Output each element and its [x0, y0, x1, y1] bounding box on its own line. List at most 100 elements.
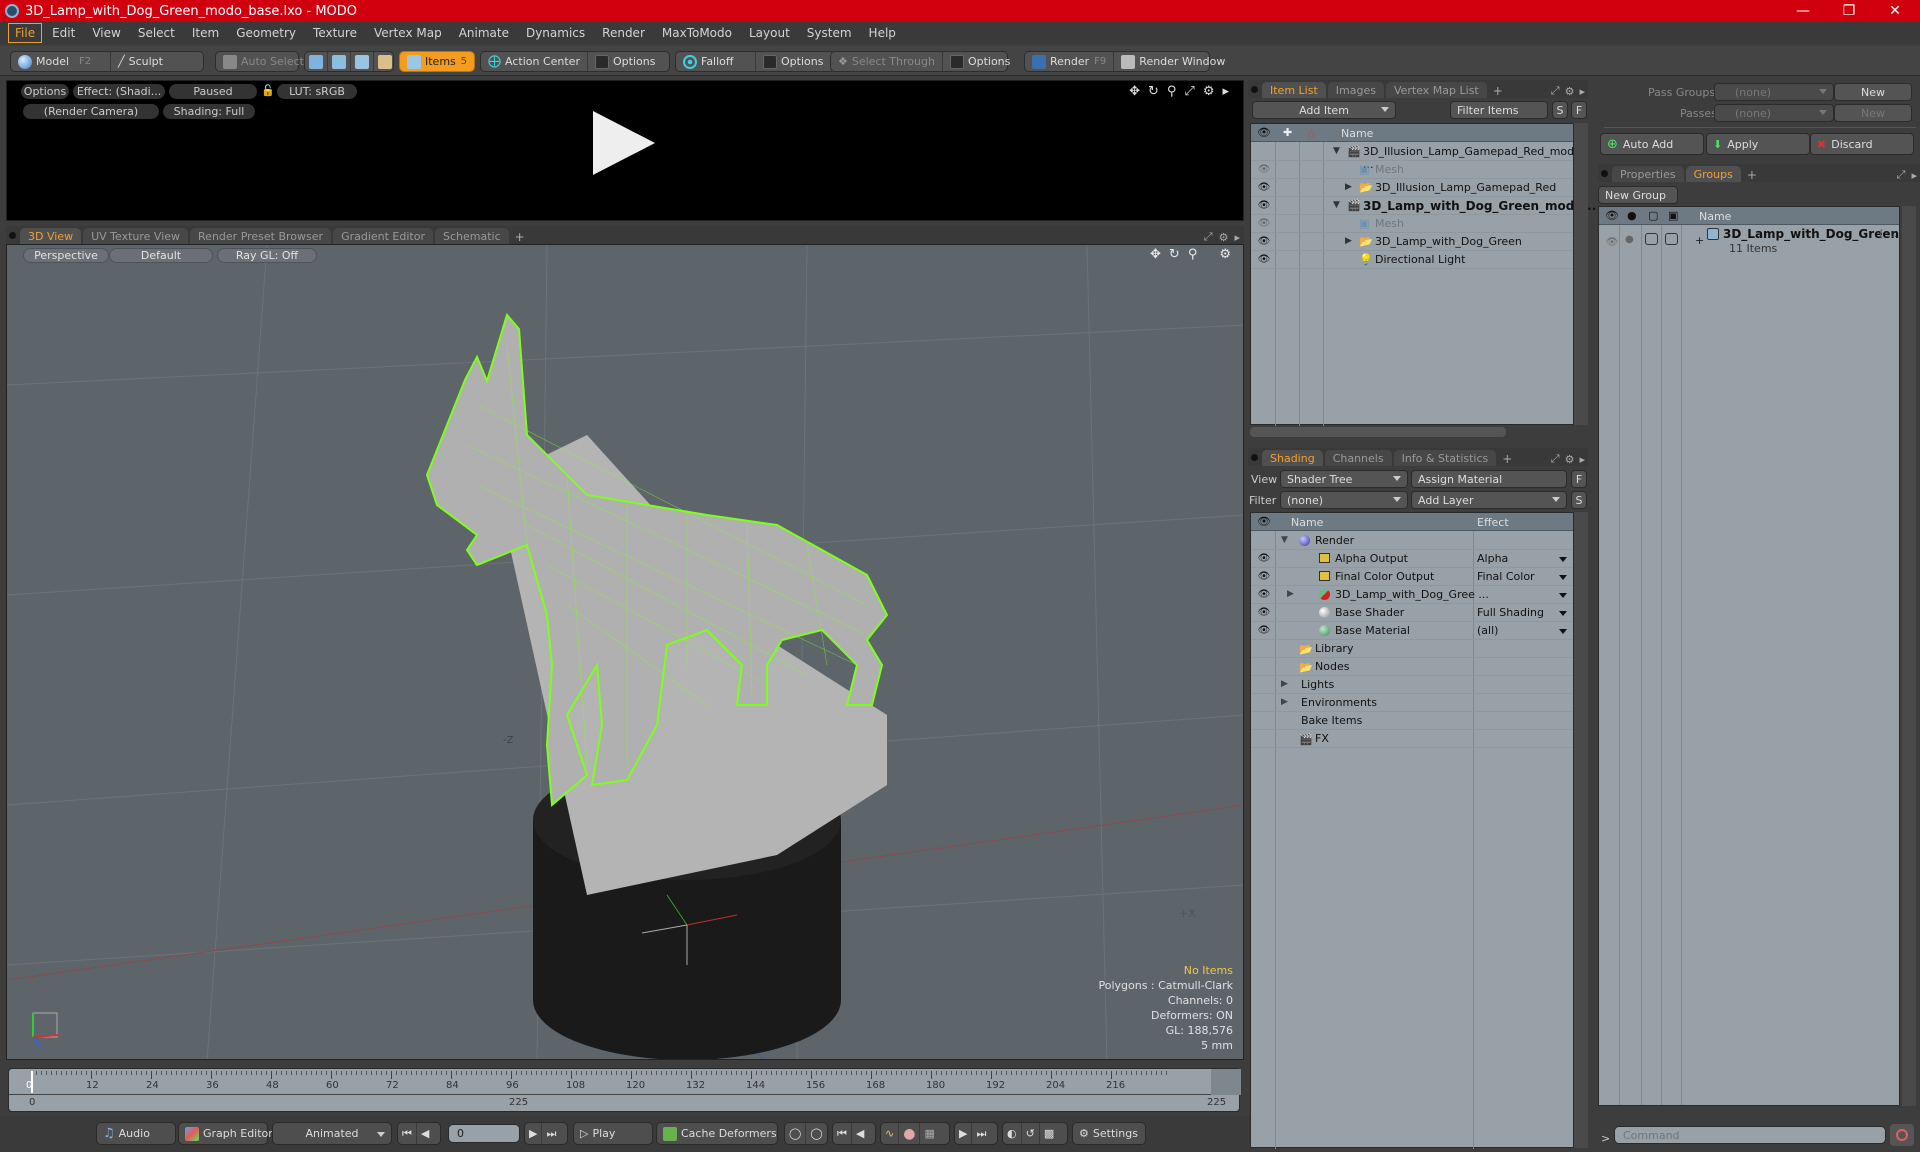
- expand-arrow-icon[interactable]: ▸: [1576, 453, 1588, 466]
- item-list-row[interactable]: 👁 ▣ Mesh: [1251, 215, 1573, 233]
- tab-gradient-editor[interactable]: Gradient Editor: [333, 228, 433, 244]
- assign-material-button[interactable]: Assign Material: [1411, 470, 1567, 488]
- menu-animate[interactable]: Animate: [452, 23, 516, 43]
- shader-tree-scrollbar[interactable]: [1574, 512, 1588, 1148]
- gear-icon[interactable]: ⚙: [1217, 231, 1231, 244]
- expand-arrow-icon[interactable]: ▶: [1287, 589, 1294, 599]
- next-key-button[interactable]: ◯: [806, 1123, 826, 1144]
- chevron-down-icon[interactable]: [1559, 575, 1567, 580]
- add-item-dropdown[interactable]: Add Item: [1252, 101, 1396, 119]
- visibility-eye-icon[interactable]: 👁: [1257, 571, 1271, 582]
- visibility-eye-icon[interactable]: 👁: [1605, 237, 1619, 248]
- expand-arrow-icon[interactable]: ▶: [1281, 697, 1288, 707]
- expand-arrow-icon[interactable]: ▸: [1908, 169, 1920, 182]
- effect-dropdown[interactable]: Full Shading: [1477, 606, 1544, 619]
- name-column-header[interactable]: Name: [1699, 210, 1731, 223]
- menu-file[interactable]: File: [8, 23, 43, 43]
- menu-edit[interactable]: Edit: [45, 23, 82, 43]
- menu-view[interactable]: View: [85, 23, 127, 43]
- menu-layout[interactable]: Layout: [742, 23, 797, 43]
- tab-properties[interactable]: Properties: [1612, 166, 1684, 182]
- zoom-icon[interactable]: ⚲: [1188, 247, 1198, 262]
- style-dropdown[interactable]: Default: [109, 248, 213, 263]
- pan-icon[interactable]: ✥: [1129, 84, 1140, 99]
- group-row[interactable]: 👁 ● + 3D_Lamp_with_Dog_Green ( ... 11 It…: [1599, 226, 1899, 258]
- projection-dropdown[interactable]: Perspective: [23, 248, 109, 263]
- add-tab-button[interactable]: +: [511, 230, 529, 244]
- play-render-icon[interactable]: [593, 111, 655, 175]
- channel-tool-2-button[interactable]: ↺: [1022, 1123, 1040, 1144]
- discard-button[interactable]: ✖ Discard: [1810, 133, 1914, 155]
- close-button[interactable]: ✕: [1872, 0, 1918, 22]
- visibility-eye-icon[interactable]: 👁: [1257, 182, 1271, 193]
- visibility-eye-icon[interactable]: 👁: [1257, 607, 1271, 618]
- gear-icon[interactable]: ⚙: [1563, 453, 1577, 466]
- new-pass-group-button[interactable]: New: [1834, 83, 1912, 101]
- prev-frame-button[interactable]: ◀: [417, 1123, 433, 1144]
- channel-tool-3-button[interactable]: ▩: [1040, 1123, 1058, 1144]
- tab-vertex-map-list[interactable]: Vertex Map List: [1385, 82, 1487, 98]
- collapse-arrow-icon[interactable]: ▼: [1333, 146, 1340, 156]
- shader-tree-row[interactable]: 👁 Alpha Output Alpha: [1251, 550, 1573, 568]
- preview-pause-button[interactable]: Paused: [169, 84, 257, 99]
- auto-select-button[interactable]: Auto Select: [216, 52, 311, 71]
- items-mode-button[interactable]: Items 5: [400, 52, 474, 71]
- playhead[interactable]: [31, 1071, 33, 1093]
- record-macro-button[interactable]: [1890, 1124, 1914, 1146]
- filter-f-button[interactable]: F: [1571, 101, 1587, 119]
- menu-geometry[interactable]: Geometry: [229, 23, 303, 43]
- filter-items-input[interactable]: Filter Items: [1450, 101, 1548, 119]
- collapse-arrow-icon[interactable]: ▼: [1281, 535, 1288, 545]
- settings-button[interactable]: ⚙ Settings: [1073, 1123, 1144, 1144]
- filter-dropdown[interactable]: (none): [1280, 491, 1408, 509]
- expand-arrow-icon[interactable]: ▶: [1345, 236, 1352, 246]
- menu-maxtomodo[interactable]: MaxToModo: [655, 23, 739, 43]
- auto-key-button[interactable]: ∿: [881, 1123, 900, 1144]
- visibility-eye-icon[interactable]: 👁: [1257, 254, 1271, 265]
- render-camera-dropdown[interactable]: (Render Camera): [23, 104, 159, 119]
- menu-texture[interactable]: Texture: [306, 23, 364, 43]
- polygons-mode-button[interactable]: [351, 52, 374, 71]
- menu-help[interactable]: Help: [862, 23, 903, 43]
- model-mode-button[interactable]: Model F2: [11, 52, 111, 71]
- menu-select[interactable]: Select: [131, 23, 182, 43]
- menu-system[interactable]: System: [800, 23, 859, 43]
- select-through-button[interactable]: ❖ Select Through: [831, 52, 943, 71]
- effect-dropdown[interactable]: Final Color: [1477, 570, 1535, 583]
- visibility-eye-icon[interactable]: 👁: [1257, 164, 1271, 175]
- zoom-icon[interactable]: ⚲: [1167, 84, 1177, 99]
- tab-item-list[interactable]: Item List: [1262, 82, 1326, 98]
- menu-dynamics[interactable]: Dynamics: [519, 23, 592, 43]
- vertices-mode-button[interactable]: [305, 52, 328, 71]
- materials-mode-button[interactable]: [374, 52, 396, 71]
- new-pass-button[interactable]: New: [1834, 104, 1912, 122]
- expand-arrow-icon[interactable]: ▶: [1281, 679, 1288, 689]
- timeline[interactable]: 0 12 24 36 48 60 72 84 96 108 120 132 144 156 168 180 19…: [8, 1068, 1241, 1112]
- visibility-eye-icon[interactable]: 👁: [1257, 625, 1271, 636]
- next-frame-button[interactable]: ▶: [525, 1123, 543, 1144]
- shader-tree-row[interactable]: Bake Items: [1251, 712, 1573, 730]
- tab-shading[interactable]: Shading: [1262, 450, 1323, 466]
- add-tab-button[interactable]: +: [1743, 168, 1761, 182]
- graph-editor-button[interactable]: Graph Editor: [179, 1123, 279, 1144]
- name-column-header[interactable]: Name: [1341, 127, 1373, 140]
- maximize-icon[interactable]: ⤢: [1184, 84, 1194, 99]
- chevron-down-icon[interactable]: [1559, 557, 1567, 562]
- effect-dropdown[interactable]: (all): [1477, 624, 1498, 637]
- tab-3d-view[interactable]: 3D View: [20, 228, 82, 244]
- item-list-scrollbar[interactable]: [1574, 123, 1588, 425]
- render-preview[interactable]: Options Effect: (Shadi... Paused 🔓 LUT: …: [6, 80, 1244, 221]
- lut-dropdown[interactable]: LUT: sRGB: [277, 84, 357, 99]
- menu-vertex-map[interactable]: Vertex Map: [367, 23, 449, 43]
- add-tab-button[interactable]: +: [1498, 452, 1516, 466]
- play-button[interactable]: ▷ Play: [574, 1123, 621, 1144]
- select-through-options-button[interactable]: Options: [943, 52, 1017, 71]
- maximize-icon[interactable]: ⤢: [1548, 84, 1563, 98]
- rotate-icon[interactable]: ↻: [1169, 247, 1180, 262]
- animated-dropdown[interactable]: Animated: [272, 1122, 392, 1145]
- restore-button[interactable]: ❐: [1826, 0, 1872, 22]
- lock-icon[interactable]: 🔓: [261, 84, 275, 98]
- prev-key-button[interactable]: ◯: [785, 1123, 807, 1144]
- rotate-icon[interactable]: ↻: [1148, 84, 1159, 99]
- timeline-ruler[interactable]: 0 12 24 36 48 60 72 84 96 108 120 132 144 156 168 180 19…: [9, 1069, 1239, 1095]
